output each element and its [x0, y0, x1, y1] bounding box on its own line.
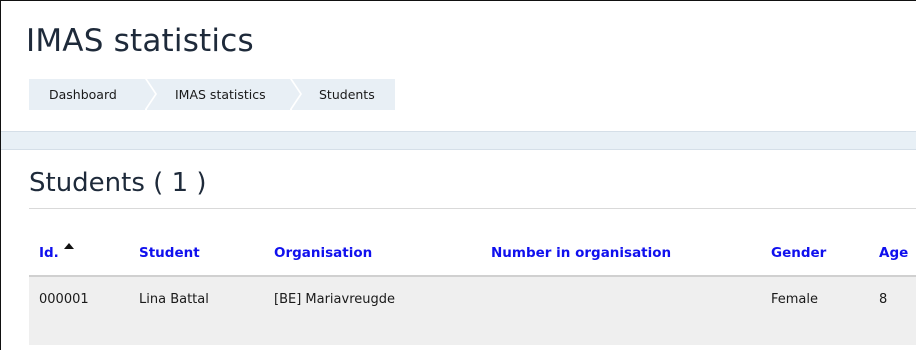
breadcrumb-dashboard[interactable]: Dashboard: [29, 79, 155, 110]
cell-id: 000001: [39, 292, 89, 307]
column-header-gender[interactable]: Gender: [771, 245, 826, 261]
column-header-student[interactable]: Student: [139, 245, 200, 261]
section-title: Students ( 1 ): [29, 168, 207, 198]
column-header-age[interactable]: Age: [879, 245, 908, 261]
breadcrumb-label: Students: [319, 87, 375, 102]
column-header-number-in-organisation[interactable]: Number in organisation: [491, 245, 671, 261]
table-header: Id. Student Organisation Number in organ…: [29, 233, 916, 277]
breadcrumb-label: Dashboard: [49, 87, 117, 102]
column-header-organisation[interactable]: Organisation: [274, 245, 372, 261]
header-divider-band: [1, 131, 916, 150]
cell-student: Lina Battal: [139, 292, 209, 307]
breadcrumb-imas-statistics[interactable]: IMAS statistics: [147, 79, 300, 110]
column-header-id[interactable]: Id.: [39, 243, 74, 261]
page-title: IMAS statistics: [26, 23, 254, 59]
breadcrumb-students[interactable]: Students: [292, 79, 395, 110]
cell-gender: Female: [771, 292, 819, 307]
cell-age: 8: [879, 292, 888, 307]
page-header: IMAS statistics Dashboard IMAS statistic…: [1, 1, 916, 131]
breadcrumb: Dashboard IMAS statistics Students: [29, 79, 395, 110]
students-table: Id. Student Organisation Number in organ…: [29, 233, 916, 345]
table-row[interactable]: 000001 Lina Battal [BE] Mariavreugde Fem…: [29, 277, 916, 345]
cell-organisation: [BE] Mariavreugde: [274, 292, 396, 307]
breadcrumb-label: IMAS statistics: [175, 87, 266, 102]
caret-up-icon: [63, 243, 74, 249]
page-frame: IMAS statistics Dashboard IMAS statistic…: [0, 0, 916, 350]
column-header-label: Id.: [39, 245, 59, 261]
section-divider: [29, 208, 916, 209]
